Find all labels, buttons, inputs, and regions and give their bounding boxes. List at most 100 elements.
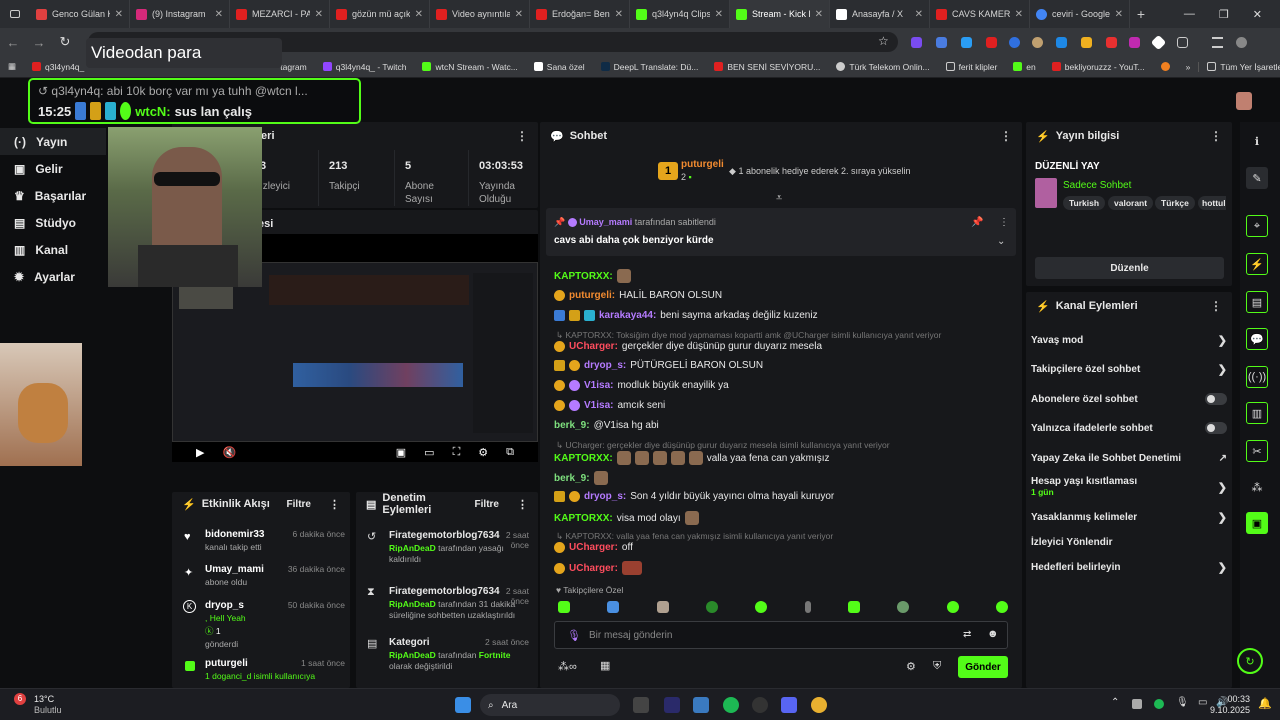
emote[interactable] <box>656 601 669 613</box>
minimize-icon[interactable]: — <box>1184 8 1195 20</box>
reply-context[interactable]: ↳ KAPTORXX: Toksiğim diye mod yapmaması … <box>556 330 941 341</box>
activity-item[interactable]: bidonemir33 6 dakika önce kanalı takip ett… <box>205 529 345 552</box>
close-tab-icon[interactable]: ✕ <box>715 9 723 20</box>
extension-icon[interactable] <box>936 37 947 48</box>
emote[interactable] <box>995 601 1008 613</box>
send-button[interactable]: Gönder <box>958 656 1008 678</box>
microphone-tray-icon[interactable]: 🎙 <box>1176 697 1189 708</box>
emote[interactable] <box>558 601 570 613</box>
nav-item-ayarlar[interactable]: ✹ Ayarlar <box>0 263 106 290</box>
extension-icon[interactable] <box>1056 37 1067 48</box>
close-tab-icon[interactable]: ✕ <box>415 9 423 20</box>
close-window-icon[interactable]: ✕ <box>1253 8 1262 21</box>
clock-time[interactable]: 00:33 <box>1220 694 1250 704</box>
extension-icon[interactable] <box>1150 34 1167 51</box>
play-icon[interactable]: ▶ <box>196 446 204 459</box>
clip-icon[interactable]: ⌖ <box>1246 215 1268 237</box>
media-icon[interactable] <box>1212 37 1223 48</box>
extension-icon[interactable] <box>1129 37 1140 48</box>
reply-context[interactable]: ↳ KAPTORXX: valla yaa fena can yakmışız … <box>556 531 833 542</box>
tag-chip[interactable]: valorant <box>1108 196 1154 210</box>
browser-tab[interactable]: ceviri - Google ✕ <box>1030 0 1130 28</box>
restore-icon[interactable]: ❐ <box>1219 8 1229 21</box>
expand-leaderboard-icon[interactable]: ⩡ <box>776 192 782 205</box>
close-tab-icon[interactable]: ✕ <box>215 9 223 20</box>
more-bookmarks-icon[interactable]: » <box>1178 62 1199 72</box>
weather-desc[interactable]: Bulutlu <box>34 705 62 715</box>
panel-menu-icon[interactable]: ⋮ <box>1210 299 1222 313</box>
moderation-filter-button[interactable]: Filtre <box>475 499 499 510</box>
panel-menu-icon[interactable]: ⋮ <box>516 129 528 143</box>
mute-icon[interactable]: 🔇 <box>222 446 236 459</box>
pinned-message[interactable] <box>546 208 1016 256</box>
info-icon[interactable]: ℹ <box>1246 130 1268 152</box>
chat-message[interactable]: UCharger: gerçekler diye düşünüp gurur du… <box>554 341 822 352</box>
tray-icon[interactable] <box>1132 699 1142 709</box>
close-tab-icon[interactable]: ✕ <box>1115 9 1123 20</box>
store-icon[interactable]: ▦ <box>600 659 610 672</box>
kick-logo-icon[interactable]: ↻ <box>1237 648 1263 674</box>
nav-item-kanal[interactable]: ▥ Kanal <box>0 236 106 263</box>
reply-context[interactable]: ↳ UCharger: gerçekler diye düşünüp gurur… <box>556 440 890 451</box>
browser-tab[interactable]: MEZARCI - PA ✕ <box>230 0 330 28</box>
account-age-item[interactable]: Hesap yaşı kısıtlaması 1 gün ❯ <box>1031 472 1227 502</box>
mod-shield-icon[interactable]: ⛨ <box>933 660 941 673</box>
chat-message[interactable]: V1isa: amcık seni <box>554 400 665 411</box>
tag-chip[interactable]: Turkish <box>1063 196 1106 210</box>
activity-item[interactable]: Umay_mami 36 dakika önce abone oldu <box>205 564 345 587</box>
browser-tab-active[interactable]: Stream - Kick D ✕ <box>730 0 830 28</box>
extension-icon[interactable] <box>986 37 997 48</box>
document-action-icon[interactable]: ▤ <box>1246 291 1268 313</box>
tools-icon[interactable]: ✂ <box>1246 440 1268 462</box>
close-tab-icon[interactable]: ✕ <box>815 9 823 20</box>
set-goals-item[interactable]: Hedefleri belirleyin ❯ <box>1031 555 1227 579</box>
settings-gear-icon[interactable]: ⚙ <box>478 446 488 459</box>
all-bookmarks[interactable]: Tüm Yer İşaretleri <box>1198 61 1280 72</box>
moderation-item[interactable]: ↺ Firategemotorblog7634 2 saat önce RipAnDe… <box>367 530 529 565</box>
banned-words-item[interactable]: Yasaklanmış kelimeler ❯ <box>1031 505 1227 529</box>
browser-tab[interactable]: (9) Instagram ✕ <box>130 0 230 28</box>
emotes-only-item[interactable]: Yalnızca ifadelerle sohbet <box>1031 416 1227 440</box>
browser-tab[interactable]: q3l4yn4q Clips ✕ <box>630 0 730 28</box>
bookmark[interactable]: q3l4yn4q_ - Twitch <box>315 62 415 72</box>
extension-icon[interactable] <box>1081 37 1092 48</box>
emote[interactable] <box>847 601 860 613</box>
stream-category[interactable]: Sadece Sohbet <box>1063 180 1131 191</box>
subscribers-only-item[interactable]: Abonelere özel sohbet <box>1031 387 1227 411</box>
host-viewers-item[interactable]: İzleyici Yönlendir <box>1031 530 1227 554</box>
edit-stream-info-button[interactable]: Düzenle <box>1035 257 1224 279</box>
taskbar-search[interactable]: ⌕ Ara <box>480 694 620 716</box>
moderation-item[interactable]: ▤ Kategori 2 saat önce RipAnDeaD tarafından… <box>367 637 529 672</box>
emotes-only-toggle[interactable] <box>1205 422 1227 434</box>
extension-icon[interactable] <box>1032 37 1043 48</box>
bookmark[interactable] <box>1153 62 1178 71</box>
app-icon[interactable]: ▣ <box>1246 512 1268 534</box>
chat-message[interactable]: berk_9: @V1isa hg abi <box>554 420 659 431</box>
chat-message[interactable]: KAPTORXX: visa mod olayı <box>554 511 699 525</box>
chat-menu-icon[interactable]: ⋮ <box>1000 129 1012 143</box>
bookmark[interactable]: q3l4yn4q_ <box>24 62 92 72</box>
chat-message[interactable]: puturgeli: HALİL BARON OLSUN <box>554 290 722 301</box>
layout-icon[interactable]: ▥ <box>1246 402 1268 424</box>
pip-icon[interactable]: ▣ <box>396 446 406 459</box>
forward-icon[interactable]: → <box>26 35 52 50</box>
chat-settings-icon[interactable]: ⚙ <box>906 660 916 673</box>
tag-chip[interactable]: hottul <box>1198 196 1226 210</box>
clock-date[interactable]: 9.10.2025 <box>1200 705 1250 715</box>
browser-tab[interactable]: Erdoğan= Ben ✕ <box>530 0 630 28</box>
tray-icon[interactable] <box>1154 699 1164 709</box>
emote[interactable] <box>755 601 768 613</box>
broadcast-action-icon[interactable]: ((·)) <box>1246 366 1268 388</box>
nav-item-yayin[interactable]: (·) Yayın <box>0 128 106 155</box>
close-tab-icon[interactable]: ✕ <box>515 9 523 20</box>
chat-input[interactable]: 🎙 Bir mesaj gönderin ⇄ ☻ <box>554 621 1008 649</box>
weather-temp[interactable]: 13°C <box>34 694 54 704</box>
popout-icon[interactable]: ⧉ <box>506 446 514 459</box>
chat-message[interactable]: dryop_s: Son 4 yıldır büyük yayıncı olma … <box>554 491 834 502</box>
bookmark[interactable]: wtcN Stream - Watc... <box>414 62 525 72</box>
user-avatar[interactable] <box>1236 92 1252 110</box>
spotify-icon[interactable] <box>723 697 739 713</box>
emoji-icon[interactable]: ☻ <box>987 628 999 640</box>
chat-message[interactable]: KAPTORXX: valla yaa fena can yakmışız <box>554 451 830 465</box>
close-tab-icon[interactable]: ✕ <box>115 9 123 20</box>
